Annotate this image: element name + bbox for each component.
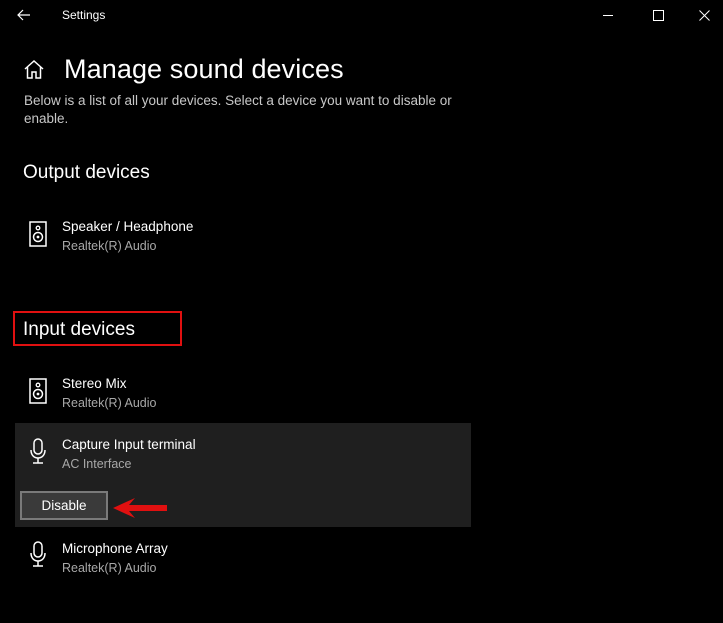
device-driver: Realtek(R) Audio bbox=[62, 239, 157, 253]
microphone-icon bbox=[30, 541, 46, 567]
app-title: Settings bbox=[62, 8, 106, 22]
device-driver: AC Interface bbox=[62, 457, 132, 471]
device-name: Speaker / Headphone bbox=[62, 219, 194, 234]
device-name: Capture Input terminal bbox=[62, 437, 196, 452]
device-microphone-array[interactable]: Microphone Array Realtek(R) Audio bbox=[15, 532, 471, 582]
disable-button[interactable]: Disable bbox=[20, 491, 108, 520]
device-driver: Realtek(R) Audio bbox=[62, 396, 157, 410]
device-stereo-mix[interactable]: Stereo Mix Realtek(R) Audio bbox=[15, 367, 471, 417]
close-icon bbox=[698, 9, 710, 21]
close-button[interactable] bbox=[681, 0, 723, 30]
maximize-icon bbox=[652, 9, 664, 21]
device-speaker-headphone[interactable]: Speaker / Headphone Realtek(R) Audio bbox=[15, 210, 471, 260]
maximize-button[interactable] bbox=[635, 0, 681, 30]
page-description: Below is a list of all your devices. Sel… bbox=[24, 93, 452, 126]
minimize-button[interactable] bbox=[585, 0, 631, 30]
back-arrow-icon bbox=[17, 9, 30, 21]
annotation-highlight-box bbox=[13, 311, 182, 346]
speaker-icon bbox=[29, 378, 47, 404]
device-name: Stereo Mix bbox=[62, 376, 127, 391]
page-title: Manage sound devices bbox=[64, 54, 344, 84]
speaker-icon bbox=[29, 221, 47, 247]
device-capture-input-terminal[interactable]: Capture Input terminal AC Interface Disa… bbox=[15, 423, 471, 527]
title-bar: Settings bbox=[0, 0, 723, 30]
device-driver: Realtek(R) Audio bbox=[62, 561, 157, 575]
annotation-arrow-icon bbox=[113, 498, 167, 518]
settings-window: Settings Manage sound devices Below is a… bbox=[0, 0, 723, 623]
back-button[interactable] bbox=[8, 0, 40, 30]
output-devices-heading: Output devices bbox=[23, 162, 150, 183]
minimize-icon bbox=[602, 14, 613, 16]
microphone-icon bbox=[30, 438, 46, 464]
device-name: Microphone Array bbox=[62, 541, 168, 556]
home-icon[interactable] bbox=[22, 58, 46, 82]
